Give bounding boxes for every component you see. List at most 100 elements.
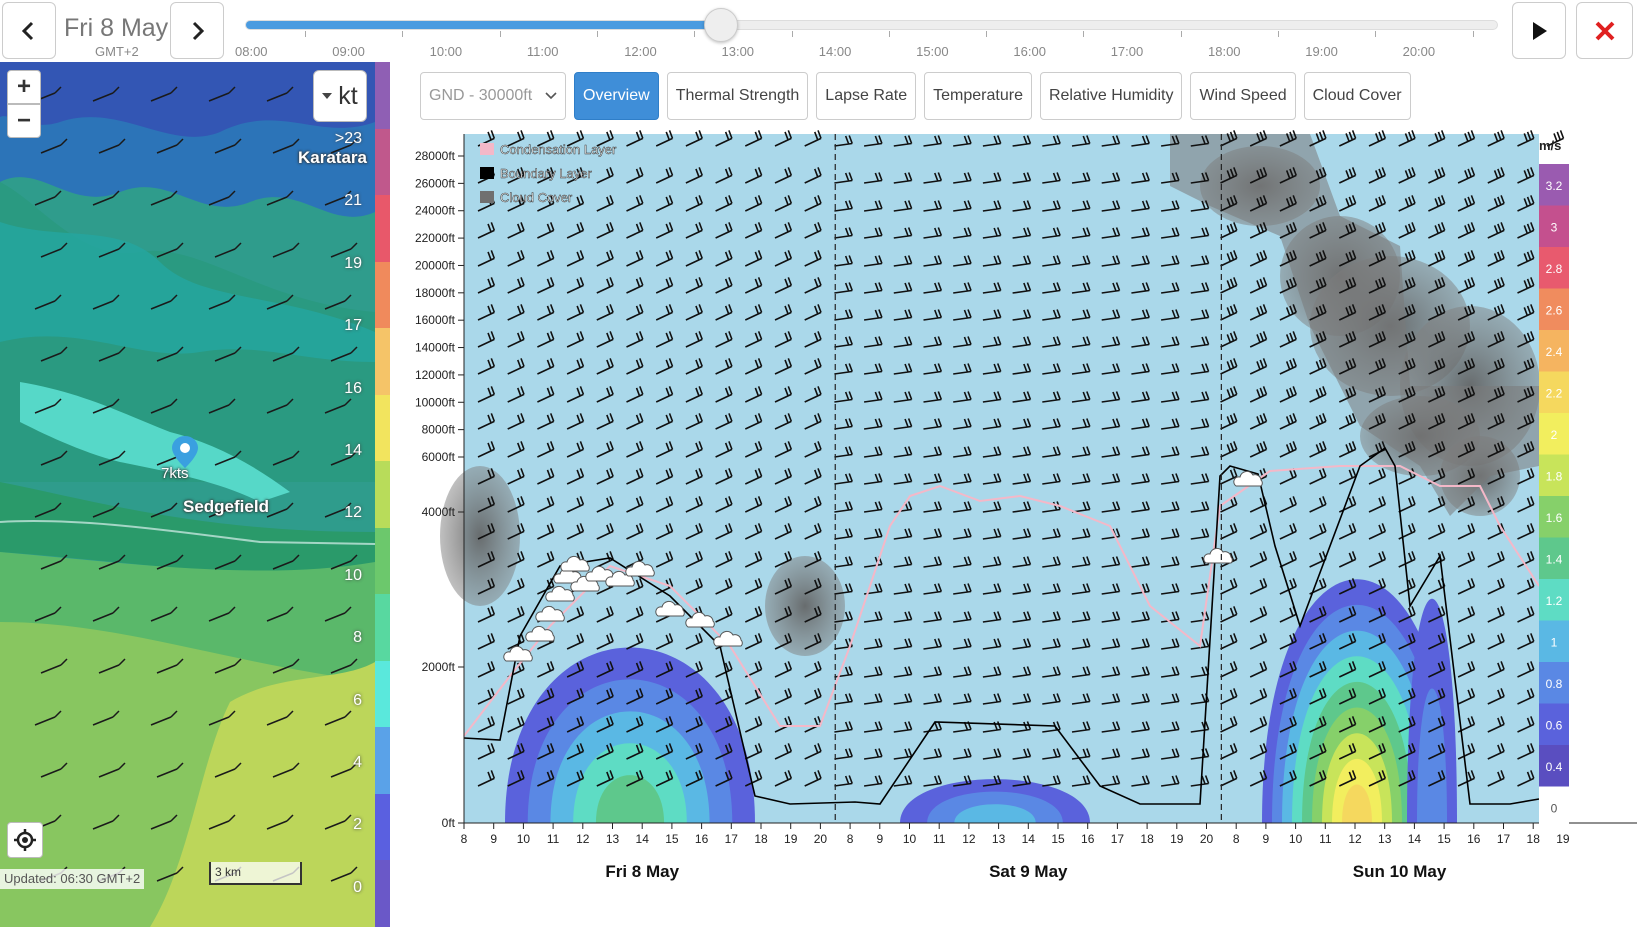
color-scale-label: 0.4 bbox=[1546, 760, 1563, 774]
top-bar: Fri 8 May GMT+2 08:00 09:00 10:00 11:00 12:0… bbox=[0, 0, 1637, 62]
previous-day-button[interactable] bbox=[2, 2, 56, 59]
x-tick-label: 18 bbox=[1527, 832, 1541, 846]
timeline-tick bbox=[986, 31, 988, 37]
time-slider-handle[interactable] bbox=[704, 8, 739, 42]
chevron-right-icon bbox=[192, 21, 205, 40]
close-button[interactable] bbox=[1576, 2, 1633, 59]
y-tick-label: 0ft bbox=[442, 816, 456, 830]
x-tick-label: 8 bbox=[847, 832, 854, 846]
thermal-forecast-chart[interactable]: 28000ft26000ft24000ft22000ft20000ft18000… bbox=[410, 126, 1637, 927]
y-tick-label: 10000ft bbox=[415, 395, 456, 409]
x-tick-label: 10 bbox=[1289, 832, 1303, 846]
play-button[interactable] bbox=[1512, 2, 1566, 59]
timeline-hour-label: 13:00 bbox=[721, 44, 755, 59]
locate-me-button[interactable] bbox=[7, 822, 43, 858]
color-scale-label: 2.6 bbox=[1546, 303, 1563, 317]
play-icon bbox=[1533, 21, 1547, 40]
x-tick-label: 16 bbox=[695, 832, 709, 846]
legend-swatch bbox=[375, 527, 390, 596]
x-tick-label: 15 bbox=[1437, 832, 1451, 846]
color-scale-unit: m/s bbox=[1539, 138, 1561, 153]
day-label: Sat 9 May bbox=[989, 862, 1068, 881]
scale-bar: 3 km bbox=[209, 862, 302, 885]
legend-value: 17 bbox=[344, 317, 362, 335]
tab-relative-humidity[interactable]: Relative Humidity bbox=[1039, 72, 1183, 120]
unit-selector[interactable]: kt bbox=[313, 70, 367, 122]
legend-value: 12 bbox=[344, 504, 362, 522]
color-scale: m/s 3.2 3 2.8 2.6 2.4 2.2 2 1.8 1.6 1.4 1.2 1 0.8 0.6 0… bbox=[1539, 138, 1569, 829]
updated-timestamp: Updated: 06:30 GMT+2 bbox=[0, 869, 145, 889]
color-scale-label: 3.2 bbox=[1546, 179, 1563, 193]
timeline-tick bbox=[499, 31, 501, 37]
altitude-range-select[interactable]: GND - 30000ft bbox=[420, 72, 566, 120]
x-tick-label: 10 bbox=[517, 832, 531, 846]
legend-value: 19 bbox=[344, 254, 362, 272]
timezone-label: GMT+2 bbox=[95, 44, 139, 59]
color-scale-label: 2 bbox=[1551, 428, 1558, 442]
x-tick-label: 17 bbox=[1111, 832, 1125, 846]
zoom-out-button[interactable]: − bbox=[7, 104, 41, 138]
zoom-in-button[interactable]: + bbox=[7, 70, 41, 104]
x-tick-label: 12 bbox=[576, 832, 590, 846]
y-tick-label: 24000ft bbox=[415, 204, 456, 218]
tab-temperature[interactable]: Temperature bbox=[924, 72, 1032, 120]
x-tick-label: 13 bbox=[992, 832, 1006, 846]
close-icon bbox=[1595, 21, 1614, 40]
tab-cloud-cover[interactable]: Cloud Cover bbox=[1303, 72, 1411, 120]
x-tick-label: 13 bbox=[1378, 832, 1392, 846]
day-label: Fri 8 May bbox=[605, 862, 679, 881]
legend-swatch bbox=[375, 128, 390, 197]
timeline-tick bbox=[305, 31, 306, 37]
timeline-hour-label: 18:00 bbox=[1208, 44, 1241, 59]
y-tick-label: 26000ft bbox=[415, 176, 456, 190]
timeline-tick bbox=[402, 31, 404, 37]
x-tick-label: 9 bbox=[490, 832, 497, 846]
x-tick-label: 15 bbox=[665, 832, 679, 846]
x-tick-label: 13 bbox=[606, 832, 620, 846]
time-slider[interactable]: 08:00 09:00 10:00 11:00 12:00 13:00 14:00 15:00… bbox=[235, 0, 1500, 62]
color-scale-label: 2.2 bbox=[1546, 386, 1563, 400]
unit-label: kt bbox=[338, 81, 358, 110]
day-label: Sun 10 May bbox=[1353, 862, 1447, 881]
current-date: Fri 8 May bbox=[64, 14, 169, 42]
y-tick-label: 2000ft bbox=[422, 660, 456, 674]
legend-swatch bbox=[375, 727, 390, 795]
timeline-hour-label: 11:00 bbox=[526, 44, 559, 59]
tab-overview[interactable]: Overview bbox=[574, 72, 659, 120]
timeline-hour-label: 09:00 bbox=[332, 44, 365, 59]
legend-value: 6 bbox=[353, 691, 362, 709]
y-tick-label: 18000ft bbox=[415, 286, 456, 300]
x-tick-label: 14 bbox=[1408, 832, 1422, 846]
y-tick-label: 28000ft bbox=[415, 149, 456, 163]
marker-wind-value: 7kts bbox=[161, 465, 189, 482]
timeline-hour-label: 16:00 bbox=[1013, 44, 1046, 59]
x-tick-label: 14 bbox=[1022, 832, 1036, 846]
chevron-down-icon bbox=[545, 92, 557, 100]
legend-label: Cloud Cover bbox=[500, 190, 573, 205]
tab-lapse-rate[interactable]: Lapse Rate bbox=[816, 72, 917, 120]
x-tick-label: 19 bbox=[1556, 832, 1570, 846]
legend-swatch bbox=[480, 167, 494, 179]
timeline-tick bbox=[694, 31, 696, 37]
timeline-tick bbox=[596, 31, 598, 37]
time-slider-track[interactable] bbox=[245, 20, 1498, 30]
color-scale-label: 1 bbox=[1551, 635, 1558, 649]
color-scale-label: 0.8 bbox=[1546, 677, 1563, 691]
legend-value: 8 bbox=[353, 629, 362, 647]
map-terrain bbox=[0, 62, 390, 927]
x-tick-label: 18 bbox=[754, 832, 768, 846]
next-day-button[interactable] bbox=[170, 2, 224, 59]
color-scale-label: 0.6 bbox=[1546, 718, 1563, 732]
legend-label: Boundary Layer bbox=[500, 166, 592, 181]
x-tick-label: 11 bbox=[547, 832, 560, 846]
color-scale-label: 1.2 bbox=[1546, 594, 1563, 608]
altitude-range-value: GND - 30000ft bbox=[429, 87, 533, 104]
tab-wind-speed[interactable]: Wind Speed bbox=[1190, 72, 1296, 120]
wind-map[interactable]: + − kt Karatara Sedgefield 7kts Updated:… bbox=[0, 62, 390, 927]
legend-swatch bbox=[375, 461, 390, 529]
tab-thermal-strength[interactable]: Thermal Strength bbox=[666, 72, 809, 120]
legend-value: >23 bbox=[334, 130, 362, 147]
legend-swatch bbox=[375, 594, 390, 662]
x-tick-label: 12 bbox=[962, 832, 976, 846]
color-scale-label: 1.4 bbox=[1546, 552, 1563, 566]
